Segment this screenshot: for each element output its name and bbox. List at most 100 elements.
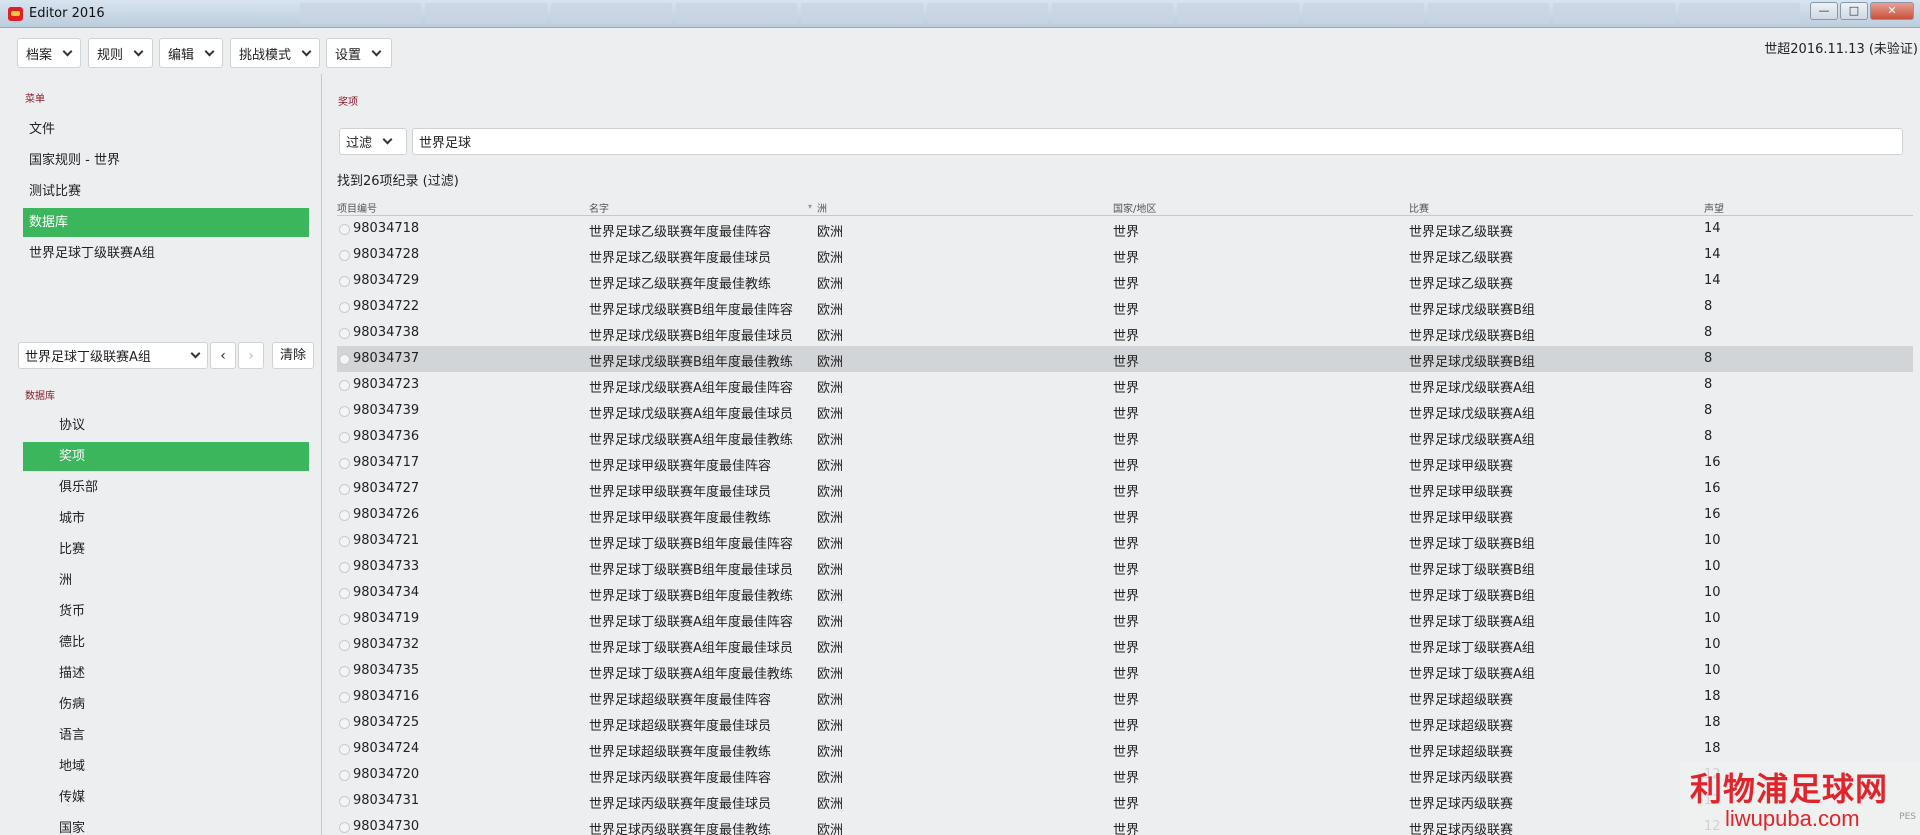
row-radio-icon[interactable]: [339, 614, 350, 625]
table-row[interactable]: 98034717 世界足球甲级联赛年度最佳阵容 欧洲 世界 世界足球甲级联赛 16: [337, 450, 1913, 476]
column-header-nation[interactable]: 国家/地区: [1113, 200, 1156, 215]
table-row[interactable]: 98034736 世界足球戊级联赛A组年度最佳教练 欧洲 世界 世界足球戊级联赛A组 8: [337, 424, 1913, 450]
row-radio-icon[interactable]: [339, 380, 350, 391]
row-radio-icon[interactable]: [339, 328, 350, 339]
maximize-button[interactable]: □: [1840, 2, 1868, 20]
table-row[interactable]: 98034730世界足球丙级联赛年度最佳教练欧洲世界世界足球丙级联赛12: [337, 814, 1913, 835]
search-input[interactable]: [412, 128, 1903, 155]
menu-rules[interactable]: 规则: [88, 38, 153, 68]
row-radio-icon[interactable]: [339, 536, 350, 547]
sidebar-item-database[interactable]: 数据库: [23, 208, 309, 237]
column-header-id[interactable]: 项目编号: [337, 200, 377, 215]
table-row[interactable]: 98034739 世界足球戊级联赛A组年度最佳球员 欧洲 世界 世界足球戊级联赛A组 8: [337, 398, 1913, 424]
cell-nation: 世界: [1113, 329, 1140, 344]
db-item-injuries[interactable]: 伤病: [23, 690, 309, 719]
cell-nation: 世界: [1113, 823, 1140, 835]
db-item-awards[interactable]: 奖项: [23, 442, 309, 471]
watermark-title: 利物浦足球网: [1690, 770, 1889, 808]
table-row[interactable]: 98034726 世界足球甲级联赛年度最佳教练 欧洲 世界 世界足球甲级联赛 16: [337, 502, 1913, 528]
minimize-button[interactable]: —: [1810, 2, 1838, 20]
row-radio-icon[interactable]: [339, 250, 350, 261]
row-radio-icon[interactable]: [339, 510, 350, 521]
table-row[interactable]: 98034731世界足球丙级联赛年度最佳球员欧洲世界世界足球丙级联赛12: [337, 788, 1913, 814]
watermark-tag: PES: [1899, 812, 1916, 822]
sidebar-item-country-rules[interactable]: 国家规则 - 世界: [23, 146, 309, 175]
db-item-nations[interactable]: 国家: [23, 814, 309, 835]
db-item-media[interactable]: 传媒: [23, 783, 309, 812]
window-title: Editor 2016: [29, 6, 105, 21]
table-row[interactable]: 98034721 世界足球丁级联赛B组年度最佳阵容 欧洲 世界 世界足球丁级联赛B组 10: [337, 528, 1913, 554]
db-item-agreements[interactable]: 协议: [23, 411, 309, 440]
table-row[interactable]: 98034737 世界足球戊级联赛B组年度最佳教练 欧洲 世界 世界足球戊级联赛B组 8: [337, 346, 1913, 372]
table-row[interactable]: 98034735 世界足球丁级联赛A组年度最佳教练 欧洲 世界 世界足球丁级联赛A组 10: [337, 658, 1913, 684]
table-row[interactable]: 98034732 世界足球丁级联赛A组年度最佳球员 欧洲 世界 世界足球丁级联赛A组 10: [337, 632, 1913, 658]
cell-name: 世界足球甲级联赛年度最佳教练: [589, 511, 772, 526]
cell-nation: 世界: [1113, 693, 1140, 708]
row-radio-icon[interactable]: [339, 744, 350, 755]
next-arrow-icon[interactable]: ›: [238, 342, 264, 369]
cell-reputation: 18: [1704, 689, 1721, 704]
menu-challenge[interactable]: 挑战模式: [230, 38, 320, 68]
table-row[interactable]: 98034716 世界足球超级联赛年度最佳阵容 欧洲 世界 世界足球超级联赛 18: [337, 684, 1913, 710]
menu-settings[interactable]: 设置: [326, 38, 392, 68]
table-row[interactable]: 98034719 世界足球丁级联赛A组年度最佳阵容 欧洲 世界 世界足球丁级联赛A组 10: [337, 606, 1913, 632]
row-radio-icon[interactable]: [339, 224, 350, 235]
cell-id: 98034728: [353, 247, 420, 262]
column-header-continent[interactable]: 洲: [817, 200, 827, 215]
row-radio-icon[interactable]: [339, 640, 350, 651]
cell-continent: 欧洲: [817, 433, 844, 448]
row-radio-icon[interactable]: [339, 432, 350, 443]
db-item-regions[interactable]: 地域: [23, 752, 309, 781]
row-radio-icon[interactable]: [339, 354, 350, 365]
row-radio-icon[interactable]: [339, 276, 350, 287]
menu-file[interactable]: 档案: [17, 38, 81, 68]
table-row[interactable]: 98034723 世界足球戊级联赛A组年度最佳阵容 欧洲 世界 世界足球戊级联赛A组 8: [337, 372, 1913, 398]
db-item-cities[interactable]: 城市: [23, 504, 309, 533]
cell-reputation: 10: [1704, 611, 1721, 626]
row-radio-icon[interactable]: [339, 796, 350, 807]
competition-select[interactable]: 世界足球丁级联赛A组: [18, 342, 208, 369]
table-row[interactable]: 98034724 世界足球超级联赛年度最佳教练 欧洲 世界 世界足球超级联赛 18: [337, 736, 1913, 762]
table-row[interactable]: 98034729 世界足球乙级联赛年度最佳教练 欧洲 世界 世界足球乙级联赛 14: [337, 268, 1913, 294]
table-row[interactable]: 98034728 世界足球乙级联赛年度最佳球员 欧洲 世界 世界足球乙级联赛 14: [337, 242, 1913, 268]
db-item-descriptions[interactable]: 描述: [23, 659, 309, 688]
row-radio-icon[interactable]: [339, 718, 350, 729]
db-item-clubs[interactable]: 俱乐部: [23, 473, 309, 502]
row-radio-icon[interactable]: [339, 458, 350, 469]
db-item-derbies[interactable]: 德比: [23, 628, 309, 657]
column-header-competition[interactable]: 比赛: [1409, 200, 1429, 215]
row-radio-icon[interactable]: [339, 588, 350, 599]
row-radio-icon[interactable]: [339, 406, 350, 417]
row-radio-icon[interactable]: [339, 562, 350, 573]
row-radio-icon[interactable]: [339, 770, 350, 781]
sidebar-item-file[interactable]: 文件: [23, 115, 309, 144]
table-row[interactable]: 98034722 世界足球戊级联赛B组年度最佳阵容 欧洲 世界 世界足球戊级联赛B组 8: [337, 294, 1913, 320]
db-item-languages[interactable]: 语言: [23, 721, 309, 750]
table-row[interactable]: 98034727 世界足球甲级联赛年度最佳球员 欧洲 世界 世界足球甲级联赛 16: [337, 476, 1913, 502]
table-row[interactable]: 98034725 世界足球超级联赛年度最佳球员 欧洲 世界 世界足球超级联赛 18: [337, 710, 1913, 736]
column-header-reputation[interactable]: 声望: [1704, 200, 1724, 215]
sidebar-item-league[interactable]: 世界足球丁级联赛A组: [23, 239, 309, 268]
row-radio-icon[interactable]: [339, 822, 350, 833]
cell-nation: 世界: [1113, 381, 1140, 396]
row-radio-icon[interactable]: [339, 666, 350, 677]
row-radio-icon[interactable]: [339, 692, 350, 703]
row-radio-icon[interactable]: [339, 484, 350, 495]
clear-button[interactable]: 清除: [272, 342, 314, 369]
db-item-continents[interactable]: 洲: [23, 566, 309, 595]
sidebar-item-test-match[interactable]: 测试比赛: [23, 177, 309, 206]
table-row[interactable]: 98034718 世界足球乙级联赛年度最佳阵容 欧洲 世界 世界足球乙级联赛 14: [337, 216, 1913, 242]
table-row[interactable]: 98034720世界足球丙级联赛年度最佳阵容欧洲世界世界足球丙级联赛12: [337, 762, 1913, 788]
prev-arrow-icon[interactable]: ‹: [210, 342, 236, 369]
db-item-currencies[interactable]: 货币: [23, 597, 309, 626]
close-button[interactable]: ✕: [1870, 2, 1914, 20]
table-row[interactable]: 98034738 世界足球戊级联赛B组年度最佳球员 欧洲 世界 世界足球戊级联赛B组 8: [337, 320, 1913, 346]
filter-select[interactable]: 过滤: [339, 128, 407, 155]
menu-edit[interactable]: 编辑: [159, 38, 223, 68]
row-radio-icon[interactable]: [339, 302, 350, 313]
cell-nation: 世界: [1113, 719, 1140, 734]
table-row[interactable]: 98034733 世界足球丁级联赛B组年度最佳球员 欧洲 世界 世界足球丁级联赛B组 10: [337, 554, 1913, 580]
table-row[interactable]: 98034734 世界足球丁级联赛B组年度最佳教练 欧洲 世界 世界足球丁级联赛B组 10: [337, 580, 1913, 606]
db-item-competitions[interactable]: 比赛: [23, 535, 309, 564]
column-header-name[interactable]: 名字: [589, 200, 609, 215]
